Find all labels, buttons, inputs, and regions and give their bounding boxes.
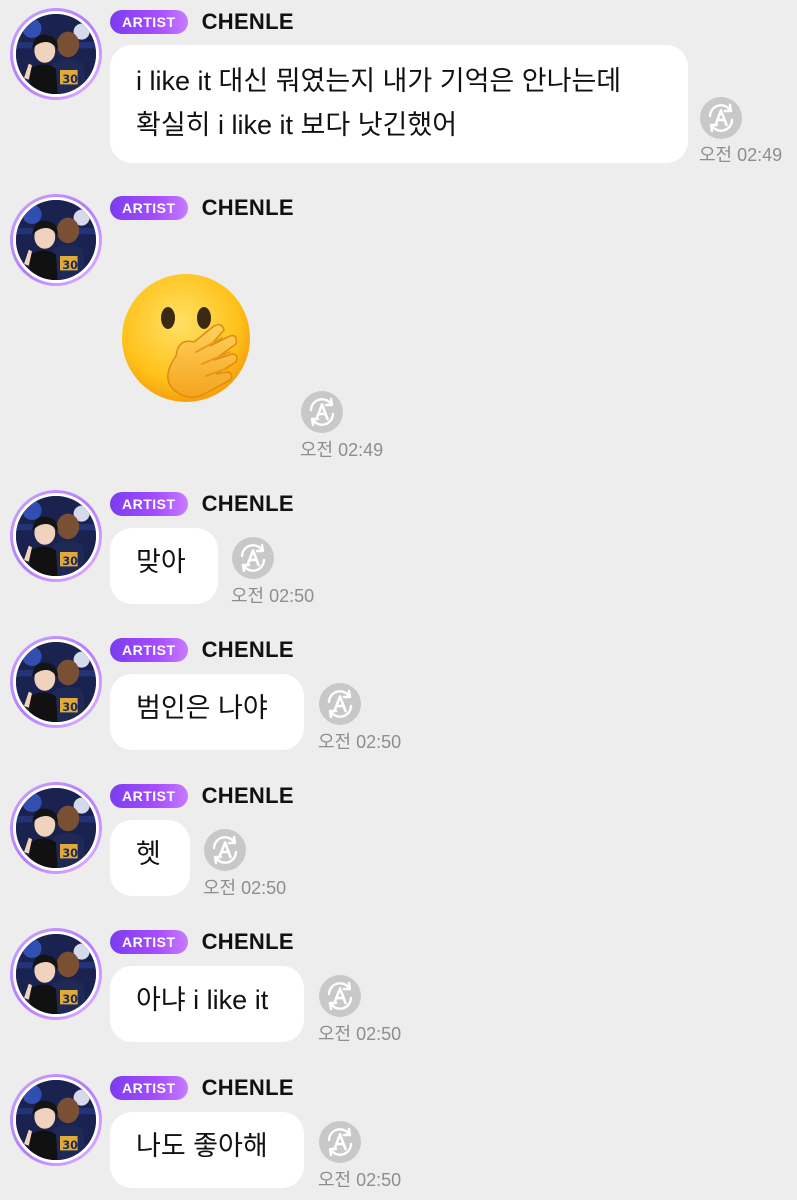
message-text: 아냐 i like it (136, 985, 269, 1015)
message-text-line: 확실히 i like it 보다 낫긴했어 (136, 110, 458, 140)
avatar[interactable] (10, 928, 102, 1020)
avatar-photo (16, 14, 96, 94)
message-text: 나도 좋아해 (136, 1131, 268, 1161)
artist-badge: ARTIST (110, 492, 188, 516)
message-bubble[interactable]: 범인은 나야 (110, 674, 304, 750)
avatar[interactable] (10, 490, 102, 582)
author-name[interactable]: CHENLE (202, 491, 294, 517)
message-bubble[interactable]: 아냐 i like it (110, 966, 304, 1042)
avatar[interactable] (10, 8, 102, 100)
message-text: 헷 (136, 839, 161, 869)
message-bubble[interactable]: 헷 (110, 820, 190, 896)
avatar-photo (16, 642, 96, 722)
message-header: ARTIST CHENLE (110, 929, 294, 955)
avatar[interactable] (10, 1074, 102, 1166)
message-header: ARTIST CHENLE (110, 195, 294, 221)
author-name[interactable]: CHENLE (202, 783, 294, 809)
message-bubble[interactable]: 맞아 (110, 528, 218, 604)
timestamp: 오전 02:50 (318, 1170, 402, 1190)
avatar-photo (16, 934, 96, 1014)
timestamp: 오전 02:50 (318, 1024, 402, 1044)
translate-icon[interactable] (203, 828, 247, 872)
artist-badge: ARTIST (110, 638, 188, 662)
avatar-photo (16, 496, 96, 576)
translate-icon[interactable] (318, 1120, 362, 1164)
translate-icon[interactable] (318, 974, 362, 1018)
avatar-photo (16, 1080, 96, 1160)
message-text-line: i like it 대신 뭐였는지 내가 기억은 안나는데 (136, 66, 622, 96)
message-header: ARTIST CHENLE (110, 783, 294, 809)
translate-icon[interactable] (699, 96, 743, 140)
message-bubble[interactable]: i like it 대신 뭐였는지 내가 기억은 안나는데 확실히 i like… (110, 45, 688, 163)
author-name[interactable]: CHENLE (202, 929, 294, 955)
artist-badge: ARTIST (110, 784, 188, 808)
timestamp: 오전 02:50 (231, 586, 315, 606)
message-header: ARTIST CHENLE (110, 1075, 294, 1101)
avatar-photo (16, 200, 96, 280)
timestamp: 오전 02:49 (300, 440, 384, 460)
message-header: ARTIST CHENLE (110, 637, 294, 663)
translate-icon[interactable] (318, 682, 362, 726)
message-header: ARTIST CHENLE (110, 491, 294, 517)
face-with-hand-over-mouth-emoji[interactable] (118, 272, 258, 412)
message-bubble[interactable]: 나도 좋아해 (110, 1112, 304, 1188)
message-header: ARTIST CHENLE (110, 9, 294, 35)
chat-feed: ARTIST CHENLE i like it 대신 뭐였는지 내가 기억은 안… (0, 0, 797, 1200)
timestamp: 오전 02:50 (318, 732, 402, 752)
author-name[interactable]: CHENLE (202, 637, 294, 663)
timestamp: 오전 02:50 (203, 878, 287, 898)
avatar[interactable] (10, 636, 102, 728)
artist-badge: ARTIST (110, 930, 188, 954)
translate-icon[interactable] (231, 536, 275, 580)
artist-badge: ARTIST (110, 1076, 188, 1100)
author-name[interactable]: CHENLE (202, 195, 294, 221)
message-text: 맞아 (136, 547, 186, 577)
author-name[interactable]: CHENLE (202, 1075, 294, 1101)
artist-badge: ARTIST (110, 10, 188, 34)
avatar-photo (16, 788, 96, 868)
artist-badge: ARTIST (110, 196, 188, 220)
translate-icon[interactable] (300, 390, 344, 434)
message-text: 범인은 나야 (136, 693, 268, 723)
author-name[interactable]: CHENLE (202, 9, 294, 35)
avatar[interactable] (10, 782, 102, 874)
timestamp: 오전 02:49 (699, 145, 783, 165)
avatar[interactable] (10, 194, 102, 286)
